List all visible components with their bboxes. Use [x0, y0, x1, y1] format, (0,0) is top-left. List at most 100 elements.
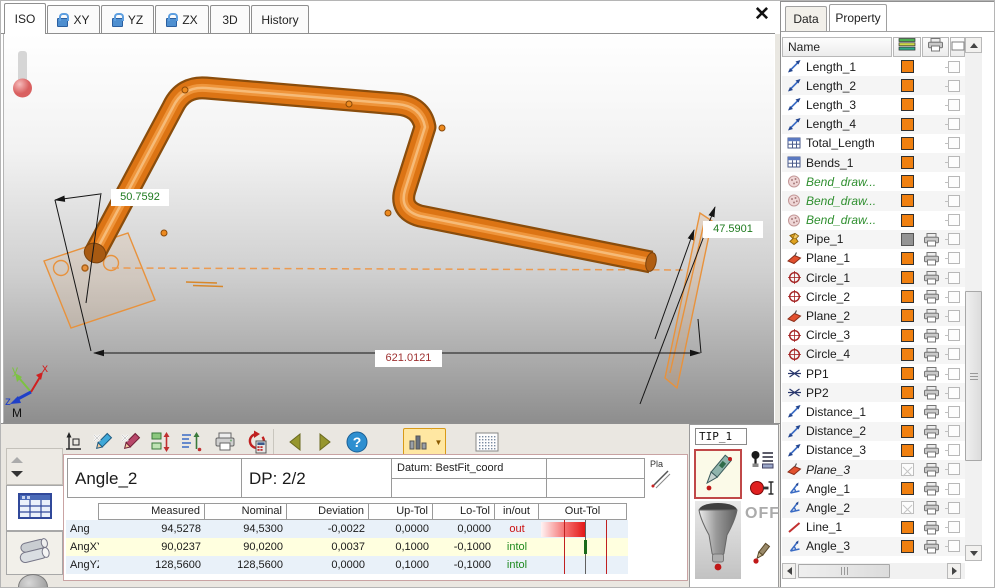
tab-data[interactable]: Data: [785, 6, 827, 31]
list-item[interactable]: PP1: [782, 364, 965, 383]
tab-zx[interactable]: ZX: [155, 5, 209, 33]
edit-red-button[interactable]: [117, 428, 145, 456]
list-item[interactable]: Circle_3: [782, 326, 965, 345]
dimension-label-bottom[interactable]: 621.0121: [375, 350, 442, 367]
disabled-checkbox[interactable]: [901, 501, 914, 514]
coordinate-setup-button[interactable]: [59, 428, 87, 456]
color-swatch[interactable]: [901, 405, 914, 418]
print-toggle[interactable]: [923, 444, 939, 457]
print-toggle[interactable]: [923, 309, 939, 322]
list-item[interactable]: Line_1: [782, 518, 965, 537]
print-button[interactable]: [211, 428, 239, 456]
print-toggle[interactable]: [923, 405, 939, 418]
list-item[interactable]: Length_4: [782, 115, 965, 134]
side-tab-table[interactable]: [6, 485, 63, 531]
list-item[interactable]: Bend_draw...: [782, 211, 965, 230]
list-item[interactable]: Bend_draw...: [782, 172, 965, 191]
color-swatch[interactable]: [901, 271, 914, 284]
tab-3d[interactable]: 3D: [210, 5, 250, 33]
report-checkbox[interactable]: [948, 252, 960, 264]
color-swatch[interactable]: [901, 309, 914, 322]
color-swatch[interactable]: [901, 290, 914, 303]
color-swatch[interactable]: [901, 329, 914, 342]
report-checkbox[interactable]: [948, 214, 960, 226]
sort-features-button[interactable]: [147, 428, 175, 456]
report-checkbox[interactable]: [948, 444, 960, 456]
report-checkbox[interactable]: [948, 272, 960, 284]
ball-size-button[interactable]: [748, 480, 776, 500]
color-swatch[interactable]: [901, 233, 914, 246]
tab-property[interactable]: Property: [829, 4, 887, 31]
vscrollbar-thumb[interactable]: [965, 291, 982, 461]
color-swatch[interactable]: [901, 175, 914, 188]
help-button[interactable]: ?: [343, 428, 371, 456]
column-header-print[interactable]: [922, 37, 949, 57]
next-button[interactable]: [311, 428, 339, 456]
report-checkbox[interactable]: [948, 483, 960, 495]
chart-dropdown-button[interactable]: ▼: [432, 428, 446, 456]
print-toggle[interactable]: [923, 521, 939, 534]
report-checkbox[interactable]: [948, 118, 960, 130]
dimension-label-left[interactable]: 50.7592: [111, 189, 169, 206]
probe-config-button[interactable]: [748, 450, 776, 474]
color-swatch[interactable]: [901, 79, 914, 92]
tab-yz[interactable]: YZ: [101, 5, 154, 33]
print-toggle[interactable]: [923, 348, 939, 361]
list-item[interactable]: PP2: [782, 383, 965, 402]
report-checkbox[interactable]: [948, 406, 960, 418]
report-checkbox[interactable]: [948, 425, 960, 437]
list-item[interactable]: Plane_1: [782, 249, 965, 268]
vscroll-up-button[interactable]: [965, 37, 982, 53]
list-item[interactable]: Bend_draw...: [782, 191, 965, 210]
list-item[interactable]: Circle_2: [782, 287, 965, 306]
report-checkbox[interactable]: [948, 540, 960, 552]
report-checkbox[interactable]: [948, 368, 960, 380]
color-swatch[interactable]: [901, 386, 914, 399]
report-checkbox[interactable]: [948, 310, 960, 322]
list-item[interactable]: Bends_1: [782, 153, 965, 172]
color-swatch[interactable]: [901, 348, 914, 361]
print-toggle[interactable]: [923, 271, 939, 284]
color-swatch[interactable]: [901, 214, 914, 227]
list-item[interactable]: Length_2: [782, 76, 965, 95]
vscroll-down-button[interactable]: [965, 545, 982, 561]
print-toggle[interactable]: [923, 329, 939, 342]
probe-select-button[interactable]: [694, 449, 742, 499]
list-item[interactable]: Length_3: [782, 95, 965, 114]
report-checkbox[interactable]: [948, 329, 960, 341]
table-row[interactable]: AngYZ128,5600128,56000,00000,1000-0,1000…: [66, 556, 628, 574]
print-toggle[interactable]: [923, 252, 939, 265]
color-swatch[interactable]: [901, 156, 914, 169]
list-item[interactable]: Angle_1: [782, 479, 965, 498]
edit-blue-button[interactable]: [89, 428, 117, 456]
report-checkbox[interactable]: [948, 176, 960, 188]
report-checkbox[interactable]: [948, 80, 960, 92]
list-item[interactable]: Circle_1: [782, 268, 965, 287]
table-row[interactable]: AngXY90,023790,02000,00370,1000-0,1000in…: [66, 538, 628, 556]
small-probe-button[interactable]: [749, 541, 775, 569]
color-swatch[interactable]: [901, 444, 914, 457]
dimension-label-right[interactable]: 47.5901: [703, 221, 763, 238]
report-checkbox[interactable]: [948, 137, 960, 149]
list-item[interactable]: Distance_1: [782, 402, 965, 421]
list-item[interactable]: Circle_4: [782, 345, 965, 364]
report-checkbox[interactable]: [948, 502, 960, 514]
color-swatch[interactable]: [901, 252, 914, 265]
probe-holder-button[interactable]: [695, 501, 741, 579]
color-swatch[interactable]: [901, 540, 914, 553]
recalculate-button[interactable]: [241, 428, 269, 456]
color-swatch[interactable]: [901, 367, 914, 380]
list-item[interactable]: Distance_2: [782, 422, 965, 441]
list-item[interactable]: Angle_3: [782, 537, 965, 556]
hscrollbar-thumb[interactable]: [798, 564, 890, 578]
color-swatch[interactable]: [901, 482, 914, 495]
list-item[interactable]: Plane_3: [782, 460, 965, 479]
tab-iso[interactable]: ISO: [4, 3, 46, 34]
report-checkbox[interactable]: [948, 348, 960, 360]
disabled-checkbox[interactable]: [901, 463, 914, 476]
print-toggle[interactable]: [923, 386, 939, 399]
color-swatch[interactable]: [901, 118, 914, 131]
color-swatch[interactable]: [901, 521, 914, 534]
print-toggle[interactable]: [923, 290, 939, 303]
chart-view-button[interactable]: [403, 428, 433, 456]
